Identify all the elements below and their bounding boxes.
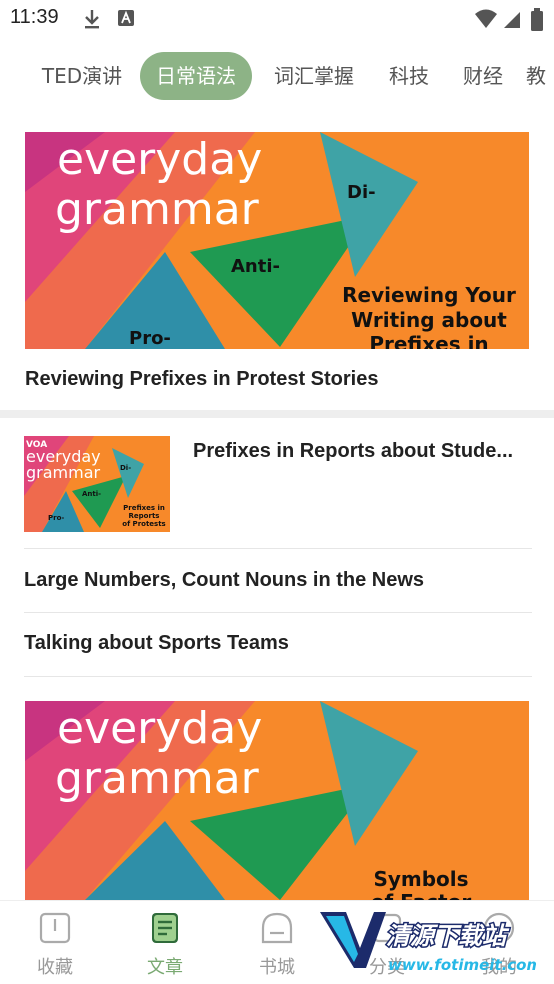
banner2-word-everyday: everyday — [57, 703, 262, 754]
banner-word-everyday: everyday — [57, 134, 262, 185]
site-watermark: 清源下载站 www.fotimeit.com — [316, 908, 542, 984]
article-thumbnail[interactable]: VOA everyday grammar Di- Anti- Pro- Pref… — [24, 436, 170, 532]
banner-caption-1: Reviewing Your — [342, 283, 516, 307]
banner-caption-3: Prefixes in — [369, 332, 488, 349]
row-divider — [24, 676, 532, 677]
banner2-word-grammar: grammar — [55, 753, 260, 804]
nav-label: 收藏 — [37, 957, 73, 978]
feature-image[interactable]: everyday grammar Di- Anti- Pro- Reviewin… — [25, 132, 529, 349]
article-icon — [130, 911, 200, 949]
category-tabs: TED演讲 日常语法 词汇掌握 科技 财经 教 — [0, 52, 554, 102]
banner-caption-2: Writing about — [351, 308, 507, 332]
thumb-word-grammar: grammar — [26, 463, 101, 482]
thumb-prefix-pro: Pro- — [48, 514, 64, 522]
font-app-icon — [116, 8, 136, 34]
tab-education[interactable]: 教 — [526, 52, 554, 100]
row-divider — [24, 548, 532, 549]
nav-favorites[interactable]: 收藏 — [20, 911, 90, 981]
section-divider — [0, 410, 554, 418]
thumb-prefix-anti: Anti- — [82, 490, 101, 498]
nav-label: 书城 — [259, 957, 295, 978]
signal-icon — [502, 8, 522, 34]
feature-title[interactable]: Reviewing Prefixes in Protest Stories — [25, 368, 378, 391]
thumb-caption-3: of Protests — [122, 520, 165, 528]
tab-everyday-grammar[interactable]: 日常语法 — [140, 52, 252, 100]
banner-prefix-anti: Anti- — [231, 256, 280, 277]
thumb-caption-2: Reports — [129, 512, 160, 520]
banner2-caption-1: Symbols — [373, 867, 468, 891]
status-bar: 11:39 — [0, 0, 554, 40]
banner-prefix-di: Di- — [347, 182, 376, 203]
tab-vocabulary[interactable]: 词汇掌握 — [262, 52, 366, 100]
watermark-title: 清源下载站 — [386, 922, 510, 950]
article-title[interactable]: Talking about Sports Teams — [24, 632, 289, 655]
download-icon — [82, 8, 102, 34]
battery-icon — [530, 8, 544, 36]
status-time: 11:39 — [10, 6, 59, 28]
nav-label: 文章 — [147, 957, 183, 978]
banner2-caption-2: of Factor — [371, 890, 472, 900]
article-title[interactable]: Prefixes in Reports about Stude... — [193, 440, 513, 463]
banner-prefix-pro: Pro- — [129, 328, 171, 349]
tab-ted[interactable]: TED演讲 — [30, 52, 134, 100]
watermark-url: www.fotimeit.com — [388, 956, 536, 974]
wifi-icon — [474, 8, 498, 34]
banner-word-grammar: grammar — [55, 184, 260, 235]
article-title[interactable]: Large Numbers, Count Nouns in the News — [24, 569, 424, 592]
book-icon — [20, 911, 90, 949]
nav-bookstore[interactable]: 书城 — [242, 911, 312, 981]
row-divider — [24, 612, 532, 613]
tab-finance[interactable]: 财经 — [452, 52, 514, 100]
tab-technology[interactable]: 科技 — [378, 52, 440, 100]
thumb-prefix-di: Di- — [120, 464, 131, 472]
thumb-caption-1: Prefixes in — [123, 504, 165, 512]
store-icon — [242, 911, 312, 949]
feature-image-2[interactable]: everyday grammar Symbols of Factor — [25, 701, 529, 900]
nav-articles[interactable]: 文章 — [130, 911, 200, 981]
